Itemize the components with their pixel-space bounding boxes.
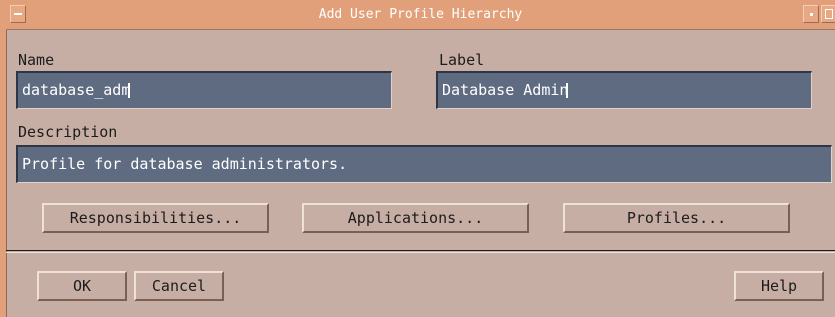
description-label: Description [18,123,118,141]
label-field[interactable]: Database Admin [436,71,812,109]
minimize-icon[interactable] [803,5,819,23]
label-value: Database Admin [442,81,569,99]
responsibilities-button[interactable]: Responsibilities... [42,203,269,233]
window-left-border [0,0,7,317]
window-title: Add User Profile Hierarchy [318,7,523,22]
maximize-icon[interactable] [821,5,835,23]
name-field[interactable]: database_adm [16,71,392,109]
applications-button[interactable]: Applications... [302,203,529,233]
cancel-button[interactable]: Cancel [134,271,224,301]
profiles-button[interactable]: Profiles... [563,203,790,233]
label-label: Label [439,51,485,69]
name-label: Name [18,51,55,69]
description-field[interactable]: Profile for database administrators. [16,145,832,183]
text-cursor [566,83,569,98]
help-button[interactable]: Help [734,271,824,301]
title-bar[interactable]: Add User Profile Hierarchy [6,0,835,30]
description-value: Profile for database administrators. [22,155,348,173]
footer-separator [6,250,835,253]
name-value: database_adm [22,81,131,99]
dialog-window: Add User Profile Hierarchy Name database… [0,0,835,317]
text-cursor [128,83,131,98]
ok-button[interactable]: OK [37,271,127,301]
